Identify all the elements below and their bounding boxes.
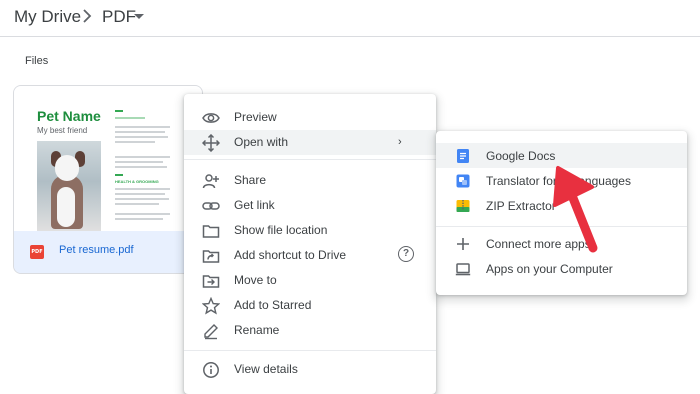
dog-chest xyxy=(57,187,75,227)
computer-icon xyxy=(455,263,471,276)
menu-item-label: Move to xyxy=(234,273,277,287)
menu-item-get-link[interactable]: Get link xyxy=(184,193,436,218)
thumbnail-subtitle: My best friend xyxy=(37,126,88,135)
thumbnail-line xyxy=(115,156,170,158)
menu-item-preview[interactable]: Preview xyxy=(184,105,436,130)
person-add-icon xyxy=(202,174,219,189)
eye-icon xyxy=(202,113,220,123)
files-section-label: Files xyxy=(25,55,49,67)
file-name[interactable]: Pet resume.pdf xyxy=(59,244,134,256)
submenu-item-label: Apps on your Computer xyxy=(486,262,613,276)
menu-item-add-to-starred[interactable]: Add to Starred xyxy=(184,293,436,318)
shortcut-icon xyxy=(202,250,220,263)
thumbnail-line xyxy=(115,193,165,195)
menu-item-label: Rename xyxy=(234,323,280,337)
thumbnail-line xyxy=(115,203,159,205)
file-name-row[interactable]: PDF Pet resume.pdf xyxy=(14,231,202,273)
thumbnail-line xyxy=(115,218,163,220)
thumbnail-line xyxy=(115,161,163,163)
help-icon[interactable]: ? xyxy=(398,246,414,262)
folder-icon xyxy=(202,225,220,238)
menu-item-show-file-location[interactable]: Show file location xyxy=(184,218,436,243)
dog-head xyxy=(55,155,79,181)
menu-divider xyxy=(184,159,436,160)
thumbnail-line xyxy=(115,136,168,138)
thumbnail-line xyxy=(115,141,155,143)
translator-icon xyxy=(456,174,470,188)
annotation-arrow-icon xyxy=(553,166,598,253)
zip-extractor-icon xyxy=(456,200,470,212)
move-arrows-icon xyxy=(202,134,220,152)
thumbnail-line xyxy=(115,198,169,200)
menu-item-view-details[interactable]: View details xyxy=(184,357,436,382)
submenu-item-apps-on-computer[interactable]: Apps on your Computer xyxy=(436,256,687,281)
thumbnail-accent xyxy=(115,110,123,112)
menu-item-label: Add shortcut to Drive xyxy=(234,248,347,262)
thumbnail-line xyxy=(115,166,167,168)
thumbnail-section-head: HEALTH & GROOMING xyxy=(115,179,159,184)
pencil-icon xyxy=(204,324,218,340)
menu-item-share[interactable]: Share xyxy=(184,168,436,193)
menu-item-add-shortcut[interactable]: Add shortcut to Drive ? xyxy=(184,243,436,268)
breadcrumb-my-drive[interactable]: My Drive xyxy=(14,7,81,27)
divider xyxy=(0,36,700,37)
plus-icon xyxy=(457,238,469,250)
submenu-arrow-icon: › xyxy=(398,136,402,148)
pdf-file-icon: PDF xyxy=(30,245,44,259)
thumbnail-title: Pet Name xyxy=(37,108,101,124)
menu-item-label: Preview xyxy=(234,110,277,124)
context-menu: Preview Open with › Share Get link Show … xyxy=(184,94,436,394)
thumbnail-line xyxy=(115,188,170,190)
menu-item-label: Open with xyxy=(234,135,289,149)
file-thumbnail[interactable]: Pet Name My best friend HEALTH & GROOMIN… xyxy=(14,86,202,231)
thumbnail-line xyxy=(115,131,165,133)
menu-item-label: Get link xyxy=(234,198,275,212)
caret-down-icon[interactable] xyxy=(134,14,144,19)
menu-item-label: Show file location xyxy=(234,223,328,237)
dog-photo xyxy=(37,141,101,231)
menu-item-move-to[interactable]: Move to xyxy=(184,268,436,293)
menu-divider xyxy=(184,350,436,351)
link-icon xyxy=(202,202,220,210)
thumbnail-line xyxy=(115,213,170,215)
star-icon xyxy=(202,297,220,315)
submenu-item-label: Google Docs xyxy=(486,149,556,163)
menu-item-label: View details xyxy=(234,362,298,376)
menu-item-label: Add to Starred xyxy=(234,298,312,312)
menu-item-open-with[interactable]: Open with › xyxy=(184,130,436,155)
thumbnail-line xyxy=(115,117,145,119)
top-bar: My Drive PDF xyxy=(0,0,700,36)
menu-item-rename[interactable]: Rename xyxy=(184,318,436,343)
move-to-folder-icon xyxy=(202,275,220,288)
submenu-item-label: ZIP Extractor xyxy=(486,199,556,213)
chevron-right-icon xyxy=(83,9,92,23)
file-card[interactable]: Pet Name My best friend HEALTH & GROOMIN… xyxy=(13,85,203,274)
thumbnail-accent xyxy=(115,174,123,176)
thumbnail-line xyxy=(115,126,170,128)
menu-item-label: Share xyxy=(234,173,267,187)
google-docs-icon xyxy=(457,149,469,163)
info-icon xyxy=(203,362,219,378)
breadcrumb-pdf[interactable]: PDF xyxy=(102,7,136,27)
